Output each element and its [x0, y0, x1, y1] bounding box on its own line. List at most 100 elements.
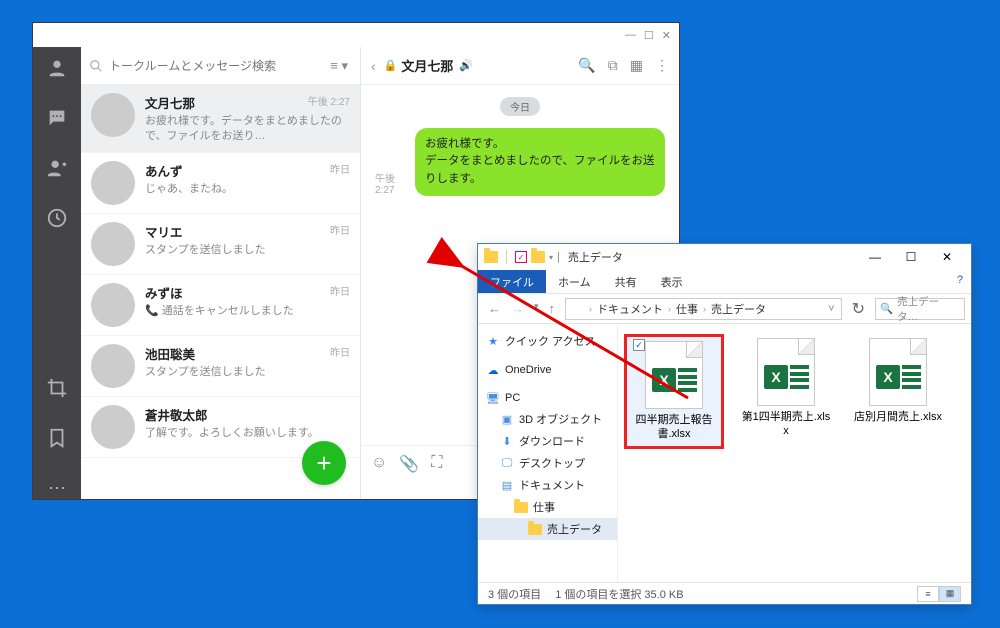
help-icon[interactable]: ?	[949, 270, 971, 293]
avatar	[91, 283, 135, 327]
status-bar: 3 個の項目 1 個の項目を選択 35.0 KB ≡ ▦	[478, 582, 971, 604]
file-item[interactable]: X 店別月間売上.xlsx	[848, 334, 948, 428]
minimize-button[interactable]: —	[625, 29, 636, 41]
tree-pc[interactable]: 🖥PC	[478, 388, 617, 408]
folder-icon	[572, 304, 584, 314]
qat-checkbox-icon[interactable]: ✓	[515, 251, 527, 263]
avatar	[91, 222, 135, 266]
more-icon[interactable]: ⋮	[655, 57, 669, 74]
maximize-button[interactable]: ☐	[644, 29, 654, 42]
status-count: 3 個の項目	[488, 586, 541, 602]
tree-sales[interactable]: 売上データ	[478, 518, 617, 540]
friend-time: 昨日	[330, 283, 350, 298]
avatar	[91, 93, 135, 137]
friend-item[interactable]: みずほ 📞 通話をキャンセルしました 昨日	[81, 275, 360, 336]
nav-forward-icon[interactable]: →	[507, 299, 528, 318]
add-friend-icon[interactable]	[46, 157, 68, 179]
tree-desktop[interactable]: 🖵デスクトップ	[478, 452, 617, 474]
emoji-icon[interactable]: ☺	[371, 454, 387, 472]
filter-menu-icon[interactable]: ≡ ▾	[326, 58, 352, 74]
file-name: 第1四半期売上.xlsx	[740, 410, 832, 439]
close-button[interactable]: ✕	[662, 29, 671, 42]
ribbon-home-tab[interactable]: ホーム	[546, 270, 603, 293]
bookmark-icon[interactable]	[46, 427, 68, 449]
friend-time: 昨日	[330, 161, 350, 176]
friend-item[interactable]: マリエ スタンプを送信しました 昨日	[81, 214, 360, 275]
qat-dropdown-icon[interactable]: ▾	[549, 253, 553, 262]
tree-documents[interactable]: ▤ドキュメント	[478, 474, 617, 496]
breadcrumb-dropdown-icon[interactable]: ˅	[828, 303, 834, 315]
file-name: 四半期売上報告書.xlsx	[631, 413, 717, 442]
friend-item[interactable]: 文月七那 お疲れ様です。データをまとめましたので、ファイルをお送り… 午後 2:…	[81, 85, 360, 153]
breadcrumb-item[interactable]: 売上データ	[711, 301, 766, 317]
chat-name: 文月七那	[401, 56, 453, 75]
avatar	[91, 161, 135, 205]
search-icon[interactable]: 🔍	[578, 57, 595, 74]
tree-quick-access[interactable]: ★クイック アクセス	[478, 330, 617, 352]
close-button[interactable]: ✕	[929, 245, 965, 269]
crop-icon[interactable]	[46, 377, 68, 399]
chat-header: ‹ 🔒 文月七那 🔊 🔍 ⧉ ▦ ⋮	[361, 47, 679, 85]
friend-preview: お疲れ様です。データをまとめましたので、ファイルをお送り…	[145, 114, 350, 144]
friend-item[interactable]: 池田聡美 スタンプを送信しました 昨日	[81, 336, 360, 397]
lock-icon: 🔒	[384, 59, 398, 72]
breadcrumb-item[interactable]: ドキュメント	[597, 301, 663, 317]
folder-icon	[528, 524, 542, 535]
ribbon-share-tab[interactable]: 共有	[603, 270, 649, 293]
file-item[interactable]: X 第1四半期売上.xlsx	[736, 334, 836, 443]
file-checkbox[interactable]: ✓	[633, 339, 645, 351]
breadcrumb[interactable]: › ドキュメント › 仕事 › 売上データ ˅	[565, 298, 842, 320]
minimize-button[interactable]: —	[857, 245, 893, 269]
excel-icon: X	[757, 338, 815, 406]
nav-up-icon[interactable]: ↑	[545, 299, 560, 318]
view-icons-button[interactable]: ▦	[939, 586, 961, 602]
file-item[interactable]: ✓ X 四半期売上報告書.xlsx	[624, 334, 724, 449]
friend-name: 蒼井敬太郎	[145, 405, 350, 424]
person-icon[interactable]	[46, 57, 68, 79]
tree-3d-objects[interactable]: ▣3D オブジェクト	[478, 408, 617, 430]
clock-icon[interactable]	[46, 207, 68, 229]
more-icon[interactable]: ⋯	[46, 477, 68, 499]
folder-icon	[484, 251, 498, 263]
friend-list: ≡ ▾ 文月七那 お疲れ様です。データをまとめましたので、ファイルをお送り… 午…	[81, 47, 361, 499]
refresh-icon[interactable]: ↻	[848, 299, 869, 319]
explorer-titlebar: ✓ ▾ | 売上データ — ☐ ✕	[478, 244, 971, 270]
explorer-search[interactable]: 🔍 売上データ…	[875, 298, 965, 320]
friend-name: みずほ	[145, 283, 350, 302]
folder-icon	[514, 502, 528, 513]
search-input[interactable]	[109, 59, 320, 73]
capture-icon[interactable]: ⛶	[431, 454, 442, 472]
notes-icon[interactable]: ⧉	[608, 57, 618, 74]
nav-recent-icon[interactable]: ▾	[530, 299, 543, 318]
search-icon: 🔍	[880, 302, 893, 315]
ribbon-file-tab[interactable]: ファイル	[478, 270, 546, 293]
search-icon	[89, 59, 103, 73]
tree-onedrive[interactable]: ☁OneDrive	[478, 360, 617, 380]
friend-item[interactable]: あんず じゃあ、またね。 昨日	[81, 153, 360, 214]
attach-icon[interactable]: 📎	[399, 454, 419, 474]
window-title: 売上データ	[568, 249, 623, 265]
message-bubble: お疲れ様です。 データをまとめましたので、ファイルをお送りします。	[415, 128, 665, 196]
maximize-button[interactable]: ☐	[893, 245, 929, 269]
friend-preview: じゃあ、またね。	[145, 182, 350, 197]
address-bar: ← → ▾ ↑ › ドキュメント › 仕事 › 売上データ ˅ ↻ 🔍 売上デー…	[478, 294, 971, 324]
line-sidebar: ⋯	[33, 47, 81, 499]
chat-icon[interactable]	[46, 107, 68, 129]
tree-downloads[interactable]: ⬇ダウンロード	[478, 430, 617, 452]
volume-icon[interactable]: 🔊	[459, 59, 473, 72]
breadcrumb-item[interactable]: 仕事	[676, 301, 698, 317]
friend-time: 昨日	[330, 222, 350, 237]
search-row: ≡ ▾	[81, 47, 360, 85]
new-chat-button[interactable]: +	[302, 441, 346, 485]
friend-time: 昨日	[330, 344, 350, 359]
message-time: 午後 2:27	[375, 170, 409, 196]
search-placeholder: 売上データ…	[897, 294, 960, 324]
view-details-button[interactable]: ≡	[917, 586, 939, 602]
call-icon[interactable]: ▦	[630, 57, 643, 74]
status-selection: 1 個の項目を選択 35.0 KB	[555, 586, 683, 602]
tree-work[interactable]: 仕事	[478, 496, 617, 518]
back-icon[interactable]: ‹	[371, 58, 376, 74]
ribbon-view-tab[interactable]: 表示	[649, 270, 695, 293]
nav-back-icon[interactable]: ←	[484, 299, 505, 318]
friend-name: あんず	[145, 161, 350, 180]
